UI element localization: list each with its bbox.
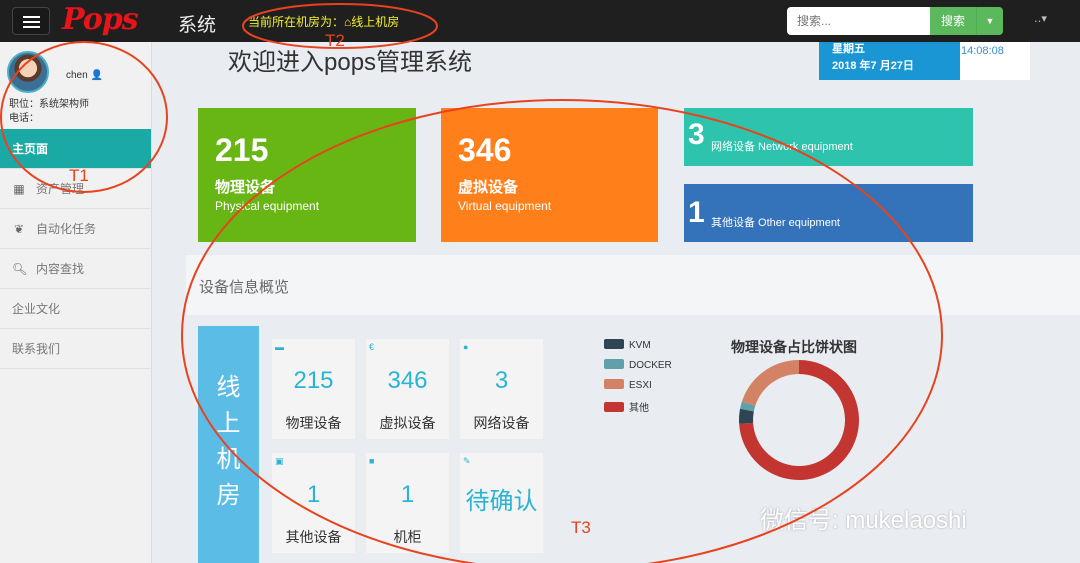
sidebar-item-search[interactable]: 🔍︎ 内容查找 [0, 249, 151, 289]
search-icon: 🔍︎ [12, 262, 28, 276]
annotation-t3: T3 [571, 518, 591, 537]
tile-other[interactable]: 1 其他设备 Other equipment [684, 184, 973, 242]
user-position: 职位：系统架构师 [9, 99, 89, 110]
pushpin-icon: ✎ [463, 456, 471, 466]
page-title: 欢迎进入pops管理系统 [228, 49, 473, 76]
card-value: 3 [494, 367, 509, 394]
search-button[interactable]: 搜索 [930, 7, 976, 35]
username: chen 👤 [66, 70, 103, 81]
date-box: 星期五 2018 年7 月27日 [819, 42, 960, 80]
current-room-value[interactable]: 线上机房 [351, 15, 399, 29]
donut-chart [739, 360, 859, 480]
hdd-icon: ▣ [275, 456, 284, 466]
annotation-t2: T2 [325, 31, 345, 50]
logo[interactable]: Pops [62, 5, 139, 35]
card-value: 待确认 [465, 488, 538, 515]
legend-other[interactable]: 其他 [604, 399, 649, 414]
annotation-t1: T1 [69, 166, 89, 185]
grid-icon: ▦ [13, 182, 25, 196]
globe-icon: ● [463, 342, 469, 352]
card-label: 其他设备 [285, 529, 342, 545]
section-header [186, 255, 1080, 315]
card-label: 网络设备 [473, 415, 530, 431]
legend-kvm[interactable]: KVM [604, 339, 651, 351]
slice-ESXI[interactable] [741, 360, 799, 406]
stop-icon: ■ [369, 456, 375, 466]
legend-esxi[interactable]: ESXI [604, 379, 652, 391]
tile-virtual[interactable]: 346 虚拟设备 Virtual equipment [441, 108, 658, 242]
tile-network[interactable]: 3 网络设备 Network equipment [684, 108, 973, 166]
slice-KVM[interactable] [739, 408, 754, 424]
card-label: 机柜 [393, 529, 422, 545]
card-value: 346 [387, 367, 428, 394]
server-icon: ▬ [275, 342, 284, 352]
current-room-label: 当前所在机房为： [248, 15, 345, 29]
card-value: 215 [293, 367, 334, 394]
stat-card[interactable]: ✎ 待确认 [460, 453, 543, 553]
euro-icon: € [369, 342, 375, 352]
tile-physical[interactable]: 215 物理设备 Physical equipment [198, 108, 416, 242]
room-name: 线上机房 [198, 326, 259, 563]
leaf-icon: ❦ [13, 222, 25, 236]
sidebar-item-contact[interactable]: 联系我们 [0, 329, 151, 369]
system-label: 系统 [178, 15, 217, 36]
sidebar-item-automation[interactable]: ❦ 自动化任务 [0, 209, 151, 249]
search-dropdown-button[interactable]: ▼ [976, 7, 1003, 35]
user-icon: 👤 [90, 70, 103, 81]
stat-card[interactable]: ▣ 1 其他设备 [272, 453, 355, 553]
sidebar-item-culture[interactable]: 企业文化 [0, 289, 151, 329]
card-value: 1 [306, 481, 321, 508]
user-phone: 电话： [9, 113, 39, 124]
menu-toggle-button[interactable] [12, 7, 50, 35]
legend-docker[interactable]: DOCKER [604, 359, 672, 371]
stat-card[interactable]: ● 3 网络设备 [460, 339, 543, 439]
card-label: 物理设备 [285, 415, 342, 431]
avatar [7, 51, 49, 93]
card-label: 虚拟设备 [379, 415, 436, 431]
stat-card[interactable]: €346 虚拟设备 [366, 339, 449, 439]
watermark: 微信号: mukelaoshi [760, 507, 967, 534]
clock: 14:08:08 [960, 42, 1030, 80]
stat-card[interactable]: ■ 1 机柜 [366, 453, 449, 553]
stat-card[interactable]: ▬ 215 物理设备 [272, 339, 355, 439]
search-input[interactable] [787, 7, 930, 35]
card-value: 1 [400, 481, 415, 508]
current-room: 当前所在机房为：⌂线上机房 [248, 13, 399, 30]
sidebar-item-home[interactable]: 主页面 [0, 129, 151, 169]
section-title: 设备信息概览 [199, 279, 290, 296]
user-menu[interactable]: ‥▾ [1034, 12, 1047, 25]
